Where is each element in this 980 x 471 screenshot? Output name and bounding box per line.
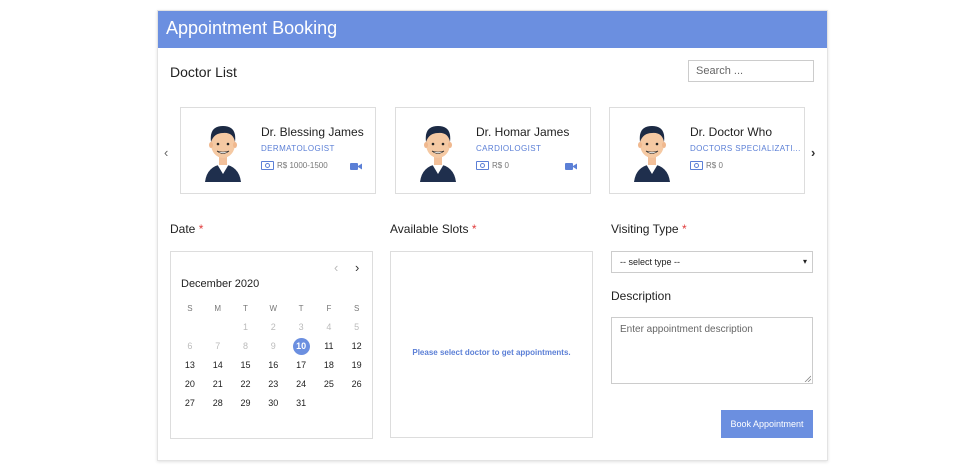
- selected-day[interactable]: 10: [292, 338, 310, 355]
- calendar-day: 8: [242, 341, 248, 351]
- calendar-next-icon[interactable]: ›: [355, 260, 359, 275]
- appointment-card: Appointment Booking Doctor List ‹ › Dr. …: [157, 10, 828, 461]
- doctor-card-1[interactable]: Dr. Blessing James DERMATOLOGIST R$ 1000…: [180, 107, 376, 194]
- calendar-empty-cell: [343, 394, 371, 413]
- calendar-day: 6: [187, 341, 193, 351]
- slots-message: Please select doctor to get appointments…: [412, 348, 571, 357]
- slots-label: Available Slots *: [390, 222, 477, 236]
- weekday-label: M: [214, 304, 222, 313]
- weekday-label: W: [269, 304, 278, 313]
- calendar-prev-icon[interactable]: ‹: [334, 260, 338, 275]
- doctor-name: Dr. Doctor Who: [690, 125, 773, 139]
- video-camera-icon: [350, 163, 362, 170]
- weekday-label: T: [243, 304, 248, 313]
- calendar-day[interactable]: 22: [232, 375, 260, 394]
- date-label: Date *: [170, 222, 204, 236]
- calendar-day[interactable]: 27: [176, 394, 204, 413]
- doctor-card-3[interactable]: Dr. Doctor Who DOCTORS SPECIALIZATI... R…: [609, 107, 805, 194]
- visiting-type-value: -- select type --: [620, 257, 681, 267]
- calendar-day[interactable]: 15: [232, 356, 260, 375]
- resize-handle-icon[interactable]: [804, 375, 811, 382]
- doctor-avatar: [420, 126, 456, 182]
- calendar-day[interactable]: 10: [287, 337, 315, 356]
- calendar-day: 1: [242, 322, 248, 332]
- calendar-day[interactable]: 24: [287, 375, 315, 394]
- visiting-type-select[interactable]: -- select type -- ▾: [611, 251, 813, 273]
- calendar-empty-cell: [315, 394, 343, 413]
- description-placeholder: Enter appointment description: [620, 324, 753, 335]
- weekday-label: S: [187, 304, 193, 313]
- doctor-fee: R$ 1000-1500: [261, 161, 328, 171]
- calendar-day: 2: [270, 322, 276, 332]
- search-input[interactable]: [688, 60, 814, 82]
- calendar-empty-cell: [204, 318, 232, 337]
- chevron-right-icon[interactable]: ›: [811, 145, 815, 160]
- doctor-name: Dr. Blessing James: [261, 125, 364, 139]
- video-camera-icon: [565, 163, 577, 170]
- doctor-fee: R$ 0: [690, 161, 723, 171]
- calendar-day[interactable]: 20: [176, 375, 204, 394]
- weekday-label: F: [326, 304, 332, 313]
- doctor-card-2[interactable]: Dr. Homar James CARDIOLOGIST R$ 0: [395, 107, 591, 194]
- book-appointment-button[interactable]: Book Appointment: [721, 410, 813, 438]
- calendar-day[interactable]: 19: [343, 356, 371, 375]
- calendar-day: 4: [326, 322, 332, 332]
- calendar-day: 7: [215, 341, 221, 351]
- doctor-fee: R$ 0: [476, 161, 509, 171]
- calendar-day[interactable]: 21: [204, 375, 232, 394]
- calendar-day[interactable]: 16: [259, 356, 287, 375]
- doctor-avatar: [634, 126, 670, 182]
- doctor-specialization: DOCTORS SPECIALIZATI...: [690, 144, 801, 153]
- money-icon: [690, 161, 703, 171]
- calendar-day[interactable]: 23: [259, 375, 287, 394]
- calendar-day[interactable]: 29: [232, 394, 260, 413]
- calendar-day[interactable]: 30: [259, 394, 287, 413]
- page-title: Appointment Booking: [166, 18, 338, 38]
- calendar-day[interactable]: 13: [176, 356, 204, 375]
- calendar-day[interactable]: 17: [287, 356, 315, 375]
- doctor-list-title: Doctor List: [170, 64, 237, 80]
- calendar-grid: S M T W T F S 1 2 3 4 5 6 7 8 9 10 11 12 13 14 15 16 17 18 19 20 21…: [176, 299, 371, 413]
- calendar-day: 3: [298, 322, 304, 332]
- calendar-day: 5: [354, 322, 360, 332]
- calendar-day[interactable]: 26: [343, 375, 371, 394]
- doctor-specialization: DERMATOLOGIST: [261, 144, 335, 153]
- doctor-name: Dr. Homar James: [476, 125, 570, 139]
- money-icon: [476, 161, 489, 171]
- calendar-day[interactable]: 12: [343, 337, 371, 356]
- calendar-day[interactable]: 18: [315, 356, 343, 375]
- calendar-day[interactable]: 14: [204, 356, 232, 375]
- chevron-left-icon[interactable]: ‹: [164, 145, 168, 160]
- doctor-avatar: [205, 126, 241, 182]
- calendar-day[interactable]: 11: [315, 337, 343, 356]
- weekday-label: S: [354, 304, 360, 313]
- weekday-label: T: [298, 304, 304, 313]
- calendar-day: 9: [270, 341, 276, 351]
- calendar-empty-cell: [176, 318, 204, 337]
- description-label: Description: [611, 289, 672, 303]
- doctor-specialization: CARDIOLOGIST: [476, 144, 542, 153]
- slots-panel: Please select doctor to get appointments…: [390, 251, 593, 438]
- money-icon: [261, 161, 274, 171]
- description-textarea[interactable]: Enter appointment description: [611, 317, 813, 384]
- calendar-day[interactable]: 25: [315, 375, 343, 394]
- chevron-down-icon: ▾: [802, 257, 807, 266]
- calendar-day[interactable]: 31: [287, 394, 315, 413]
- visiting-type-label: Visiting Type *: [611, 222, 687, 236]
- header-bar: Appointment Booking: [158, 11, 827, 48]
- calendar-day[interactable]: 28: [204, 394, 232, 413]
- calendar-month: December 2020: [181, 278, 260, 290]
- calendar: ‹ › December 2020 S M T W T F S 1 2 3 4 5 6 7 8 9 10 11 12…: [170, 251, 373, 439]
